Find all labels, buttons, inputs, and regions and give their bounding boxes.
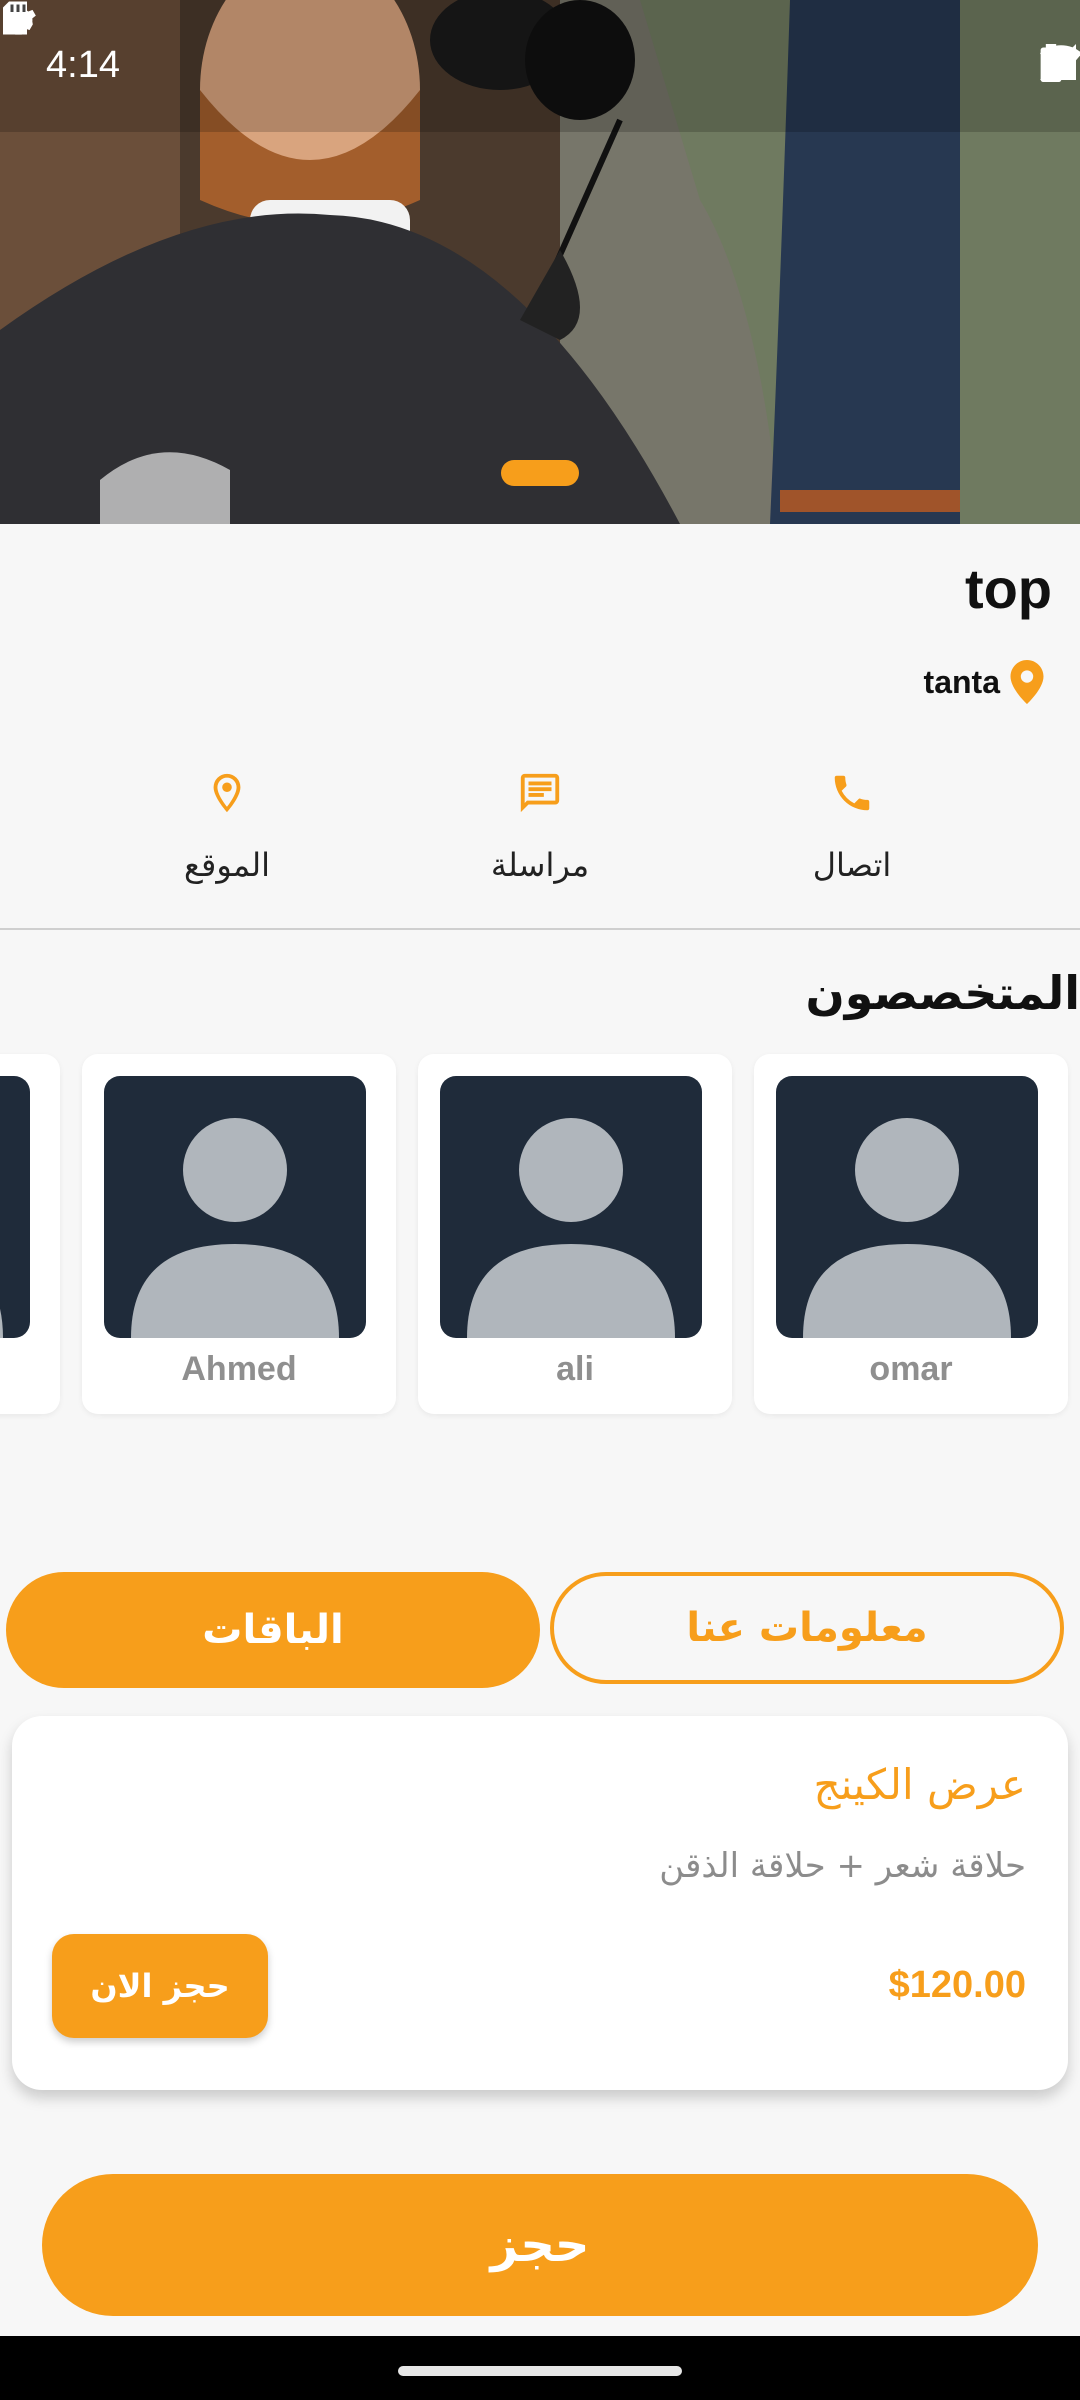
person-icon <box>803 1118 1011 1338</box>
message-action[interactable]: مراسلة <box>440 770 640 884</box>
specialist-name: ali <box>556 1350 594 1388</box>
book-now-button[interactable]: حجز الان <box>52 1934 268 2038</box>
avatar <box>104 1076 366 1338</box>
tab-packages[interactable]: الباقات <box>6 1572 540 1688</box>
specialist-name: omar <box>869 1350 953 1388</box>
avatar <box>440 1076 702 1338</box>
specialist-name: Ahmed <box>181 1350 297 1388</box>
specialist-card[interactable]: ali <box>418 1054 732 1414</box>
location-label: الموقع <box>184 846 270 884</box>
specialists-title: المتخصصون <box>805 966 1080 1020</box>
status-bar: 4:14 <box>0 0 1080 132</box>
sd-card-icon <box>3 1 27 35</box>
battery-icon <box>1040 44 1062 82</box>
specialist-card[interactable] <box>0 1054 60 1414</box>
action-row: اتصال مراسلة الموقع <box>0 770 1080 930</box>
avatar <box>0 1076 30 1338</box>
hero-image[interactable]: 4:14 <box>0 0 1080 524</box>
person-icon <box>131 1118 339 1338</box>
location-action[interactable]: الموقع <box>127 770 327 884</box>
specialist-card[interactable]: Ahmed <box>82 1054 396 1414</box>
carousel-indicator <box>501 460 579 486</box>
package-description: حلاقة شعر + حلاقة الذقن <box>659 1846 1026 1886</box>
navigation-bar <box>0 2336 1080 2400</box>
message-icon <box>520 773 560 813</box>
avatar <box>776 1076 1038 1338</box>
specialist-card[interactable]: omar <box>754 1054 1068 1414</box>
message-label: مراسلة <box>490 846 590 884</box>
call-action[interactable]: اتصال <box>752 770 952 884</box>
home-gesture-handle[interactable] <box>398 2366 682 2376</box>
call-label: اتصال <box>812 846 892 884</box>
person-icon <box>0 1309 3 1338</box>
status-time: 4:14 <box>46 44 120 86</box>
package-card: عرض الكينج حلاقة شعر + حلاقة الذقن $120.… <box>12 1716 1068 2090</box>
shop-name: top <box>964 557 1052 620</box>
book-button[interactable]: حجز <box>42 2174 1038 2316</box>
shop-location: tanta <box>924 660 1044 704</box>
package-price: $120.00 <box>888 1964 1026 2006</box>
location-outline-icon <box>213 773 241 813</box>
location-pin-icon <box>1010 660 1044 704</box>
location-text: tanta <box>923 663 1000 700</box>
tab-about-us[interactable]: معلومات عنا <box>550 1572 1064 1684</box>
app-screen: 4:14 top tanta اتصال مراسلة الموقع المتخ… <box>0 0 1080 2400</box>
person-icon <box>467 1118 675 1338</box>
package-title: عرض الكينج <box>813 1760 1026 1809</box>
phone-icon <box>834 775 870 811</box>
specialists-list[interactable]: omar ali Ahmed <box>0 1054 1080 1414</box>
divider <box>0 928 1080 930</box>
